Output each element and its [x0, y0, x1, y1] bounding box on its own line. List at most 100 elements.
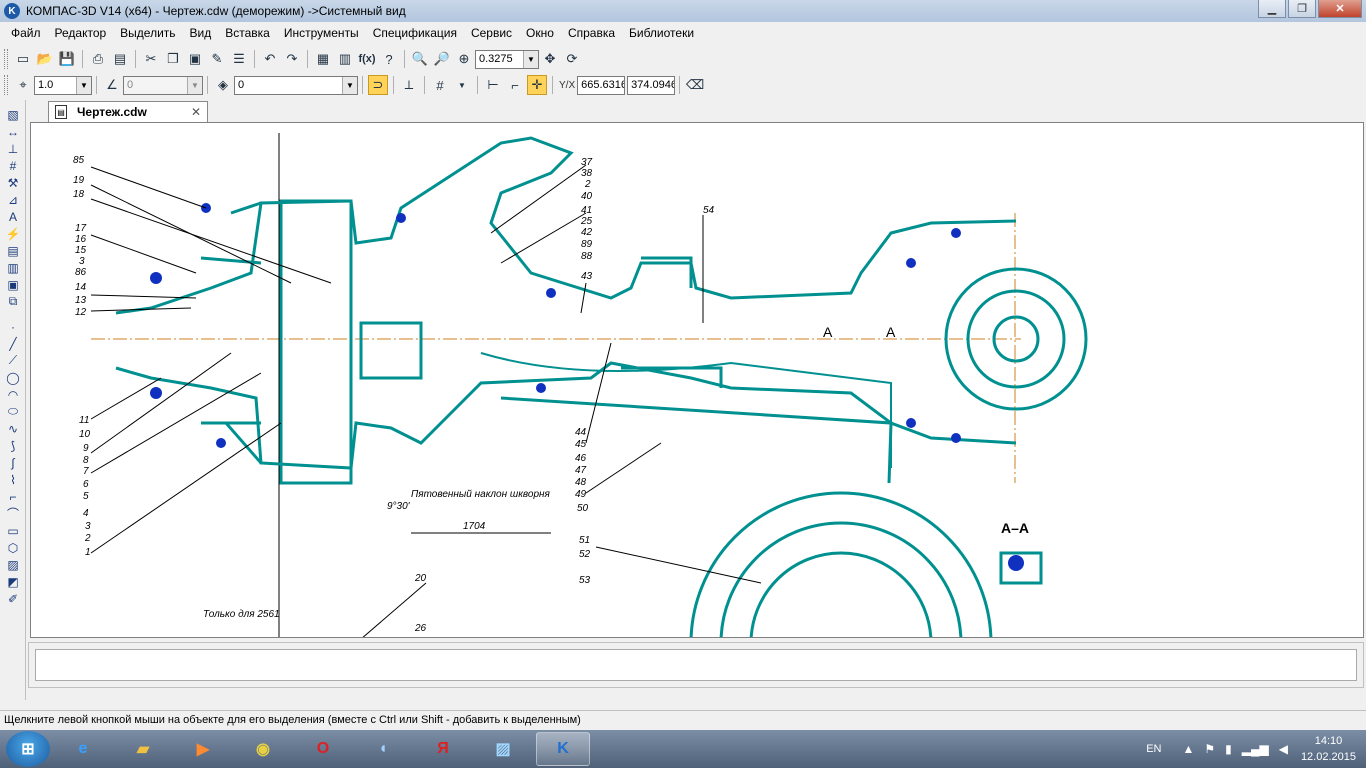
polygon-tool-icon[interactable]: ⬡ [3, 539, 23, 556]
bezier-tool-icon[interactable]: ∫ [3, 454, 23, 471]
variables-icon[interactable]: ▦ [313, 49, 333, 69]
new-file-icon[interactable]: ▭ [13, 49, 33, 69]
local-cs-icon[interactable]: ⟂ [399, 75, 419, 95]
chevron-down-icon[interactable]: ▼ [187, 76, 202, 94]
menu-help[interactable]: Справка [561, 22, 622, 44]
signal-icon[interactable]: ▂▄▆ [1242, 742, 1269, 756]
line-tool-icon[interactable]: ╱ [3, 335, 23, 352]
insert-icon[interactable]: ▣ [3, 276, 23, 293]
copy-icon[interactable]: ❐ [163, 49, 183, 69]
library-manager-icon[interactable]: ▥ [335, 49, 355, 69]
media-player-icon[interactable]: ▶ [176, 732, 230, 766]
rectangle-tool-icon[interactable]: ▭ [3, 522, 23, 539]
print-icon[interactable]: ⎙ [88, 49, 108, 69]
sound-icon[interactable]: ◖ [356, 732, 410, 766]
refresh-icon[interactable]: ⟳ [562, 49, 582, 69]
select-tool-icon[interactable]: ▧ [3, 106, 23, 123]
cursor-snap-icon[interactable]: ✛ [527, 75, 547, 95]
close-button[interactable]: ✕ [1318, 0, 1362, 18]
tray-arrow-icon[interactable]: ▲ [1182, 742, 1194, 756]
measure-icon[interactable]: ⊿ [3, 191, 23, 208]
maximize-button[interactable]: ❐ [1288, 0, 1316, 18]
circle-tool-icon[interactable]: ◯ [3, 369, 23, 386]
fillet-tool-icon[interactable]: ⌒ [3, 505, 23, 522]
grid-icon[interactable]: # [430, 75, 450, 95]
menu-select[interactable]: Выделить [113, 22, 182, 44]
point-tool-icon[interactable]: · [3, 318, 23, 335]
fragment-icon[interactable]: ⧉ [3, 293, 23, 310]
command-field[interactable] [35, 649, 1357, 681]
coord-y-field[interactable]: 374.0946 [627, 75, 676, 95]
drawing-canvas[interactable]: 85 19 18 17 16 15 3 86 14 13 12 11 10 9 … [30, 122, 1364, 638]
menu-libraries[interactable]: Библиотеки [622, 22, 701, 44]
preview-icon[interactable]: ▤ [110, 49, 130, 69]
step-combo[interactable]: 1.0 ▼ [34, 75, 92, 95]
zoom-window-icon[interactable]: 🔍 [410, 49, 430, 69]
layer-combo[interactable]: 0 ▼ [234, 75, 358, 95]
ellipse-tool-icon[interactable]: ⬭ [3, 403, 23, 420]
round-icon[interactable]: ⌐ [505, 75, 525, 95]
open-file-icon[interactable]: 📂 [35, 49, 55, 69]
fill-tool-icon[interactable]: ◩ [3, 573, 23, 590]
start-button[interactable]: ⊞ [6, 731, 50, 767]
parametrization-icon[interactable]: ⚒ [3, 174, 23, 191]
arc-tool-icon[interactable]: ◠ [3, 386, 23, 403]
spline-tool-icon[interactable]: ∿ [3, 420, 23, 437]
ortho-icon[interactable]: ⊢ [483, 75, 503, 95]
associative-views-icon[interactable]: ⚡ [3, 225, 23, 242]
volume-icon[interactable]: ◀ [1279, 742, 1288, 756]
editing-icon[interactable]: # [3, 157, 23, 174]
menu-service[interactable]: Сервис [464, 22, 519, 44]
snap-magnet-icon[interactable]: ⊃ [368, 75, 388, 95]
yandex-icon[interactable]: Я [416, 732, 470, 766]
grid-dropdown-icon[interactable]: ▼ [452, 75, 472, 95]
save-icon[interactable]: 💾 [57, 49, 77, 69]
tab-drawing[interactable]: ▤ Чертеж.cdw ✕ [48, 101, 208, 122]
spec-icon[interactable]: ▤ [3, 242, 23, 259]
menu-window[interactable]: Окно [519, 22, 561, 44]
hatch-tool-icon[interactable]: ▨ [3, 556, 23, 573]
properties-icon[interactable]: ✎ [207, 49, 227, 69]
segment-tool-icon[interactable]: ⟋ [3, 352, 23, 369]
cut-icon[interactable]: ✂ [141, 49, 161, 69]
chamfer-tool-icon[interactable]: ⌐ [3, 488, 23, 505]
eraser-icon[interactable]: ⌫ [685, 75, 705, 95]
paste-icon[interactable]: ▣ [185, 49, 205, 69]
file-explorer-icon[interactable]: ▰ [116, 732, 170, 766]
function-icon[interactable]: f(x) [357, 49, 377, 69]
polyline-tool-icon[interactable]: ⟆ [3, 437, 23, 454]
chevron-down-icon[interactable]: ▼ [76, 76, 91, 94]
clock[interactable]: 14:10 12.02.2015 [1301, 733, 1356, 765]
menu-view[interactable]: Вид [183, 22, 219, 44]
zoom-in-icon[interactable]: ⊕ [454, 49, 474, 69]
close-icon[interactable]: ✕ [191, 105, 201, 119]
cursor-step-icon[interactable]: ⌖ [13, 75, 33, 95]
minimize-button[interactable]: ▁ [1258, 0, 1286, 18]
redo-icon[interactable]: ↷ [282, 49, 302, 69]
toolbar-grip[interactable] [4, 49, 8, 69]
zoom-combo[interactable]: 0.3275 ▼ [475, 49, 539, 69]
designations-icon[interactable]: ⊥ [3, 140, 23, 157]
manager-icon[interactable]: ☰ [229, 49, 249, 69]
flag-icon[interactable]: ⚑ [1204, 742, 1215, 756]
contour-tool-icon[interactable]: ✐ [3, 590, 23, 607]
menu-editor[interactable]: Редактор [48, 22, 114, 44]
kompas-taskbar-icon[interactable]: K [536, 732, 590, 766]
menu-file[interactable]: Файл [4, 22, 48, 44]
toolbar-grip[interactable] [4, 75, 8, 95]
chevron-down-icon[interactable]: ▼ [523, 50, 538, 68]
language-indicator[interactable]: EN [1146, 743, 1161, 755]
layer-icon[interactable]: ◈ [213, 75, 233, 95]
help-pointer-icon[interactable]: ? [379, 49, 399, 69]
battery-icon[interactable]: ▮ [1225, 742, 1232, 756]
dimensions-icon[interactable]: ↔ [3, 123, 23, 140]
photo-viewer-icon[interactable]: ▨ [476, 732, 530, 766]
report-icon[interactable]: ▥ [3, 259, 23, 276]
menu-specification[interactable]: Спецификация [366, 22, 464, 44]
nurbs-tool-icon[interactable]: ⌇ [3, 471, 23, 488]
undo-icon[interactable]: ↶ [260, 49, 280, 69]
angle-icon[interactable]: ∠ [102, 75, 122, 95]
menu-insert[interactable]: Вставка [218, 22, 277, 44]
menu-tools[interactable]: Инструменты [277, 22, 366, 44]
internet-explorer-icon[interactable]: e [56, 732, 110, 766]
